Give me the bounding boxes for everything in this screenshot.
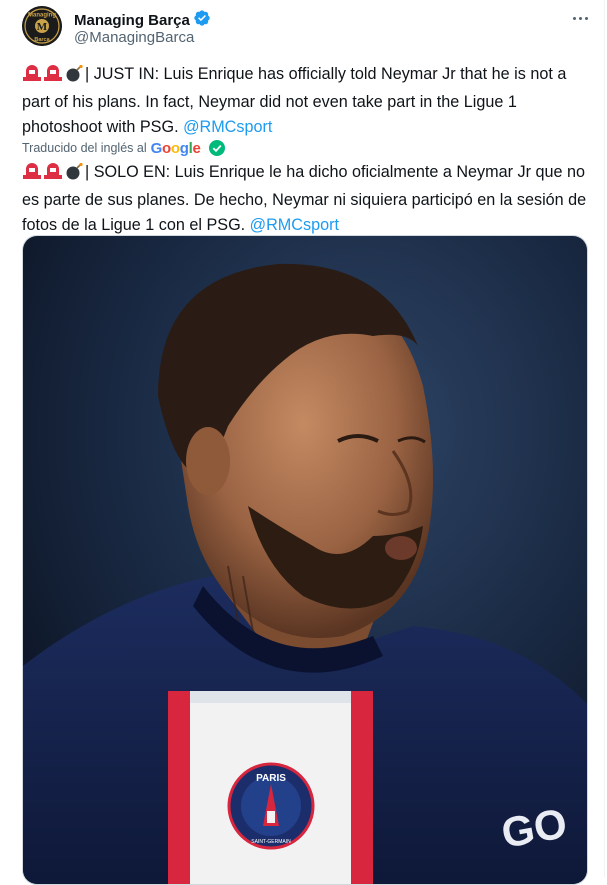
translated-label: Traducido del inglés al	[22, 141, 147, 155]
crest-text: PARIS	[256, 773, 286, 784]
crest-subtext: SAINT-GERMAIN	[251, 839, 291, 845]
tweet-original-text: | JUST IN: Luis Enrique has officially t…	[22, 62, 590, 140]
tweet-header: M Managing Barca Managing Barça @Managin…	[22, 6, 604, 48]
siren-emoji	[22, 162, 42, 188]
tweet-photo[interactable]: PARIS SAINT-GERMAIN GO	[22, 235, 588, 885]
verified-badge-icon	[193, 9, 211, 32]
siren-emoji	[22, 64, 42, 90]
avatar[interactable]: M Managing Barca	[22, 6, 62, 46]
bomb-emoji	[64, 162, 84, 188]
original-text: | JUST IN: Luis Enrique has officially t…	[22, 65, 567, 136]
tweet-card: M Managing Barca Managing Barça @Managin…	[0, 0, 605, 885]
siren-emoji	[43, 64, 63, 90]
avatar-text-top: Managing	[28, 13, 56, 19]
translation-note[interactable]: Traducido del inglés al Google	[22, 138, 225, 158]
check-circle-icon	[208, 140, 225, 156]
original-mention-link[interactable]: @RMCsport	[183, 118, 272, 136]
bomb-emoji	[64, 64, 84, 90]
siren-emoji	[43, 162, 63, 188]
translated-mention-link[interactable]: @RMCsport	[250, 216, 339, 234]
author-display-name[interactable]: Managing Barça	[74, 12, 190, 29]
tweet-translated-text: | SOLO EN: Luis Enrique le ha dicho ofic…	[22, 160, 590, 238]
avatar-text-bottom: Barca	[34, 37, 50, 43]
author-handle[interactable]: @ManagingBarca	[74, 29, 194, 46]
avatar-monogram: M	[37, 21, 48, 33]
more-options-icon[interactable]	[568, 8, 592, 28]
player-photo: PARIS SAINT-GERMAIN GO	[23, 236, 587, 884]
google-logo: Google	[150, 139, 201, 157]
